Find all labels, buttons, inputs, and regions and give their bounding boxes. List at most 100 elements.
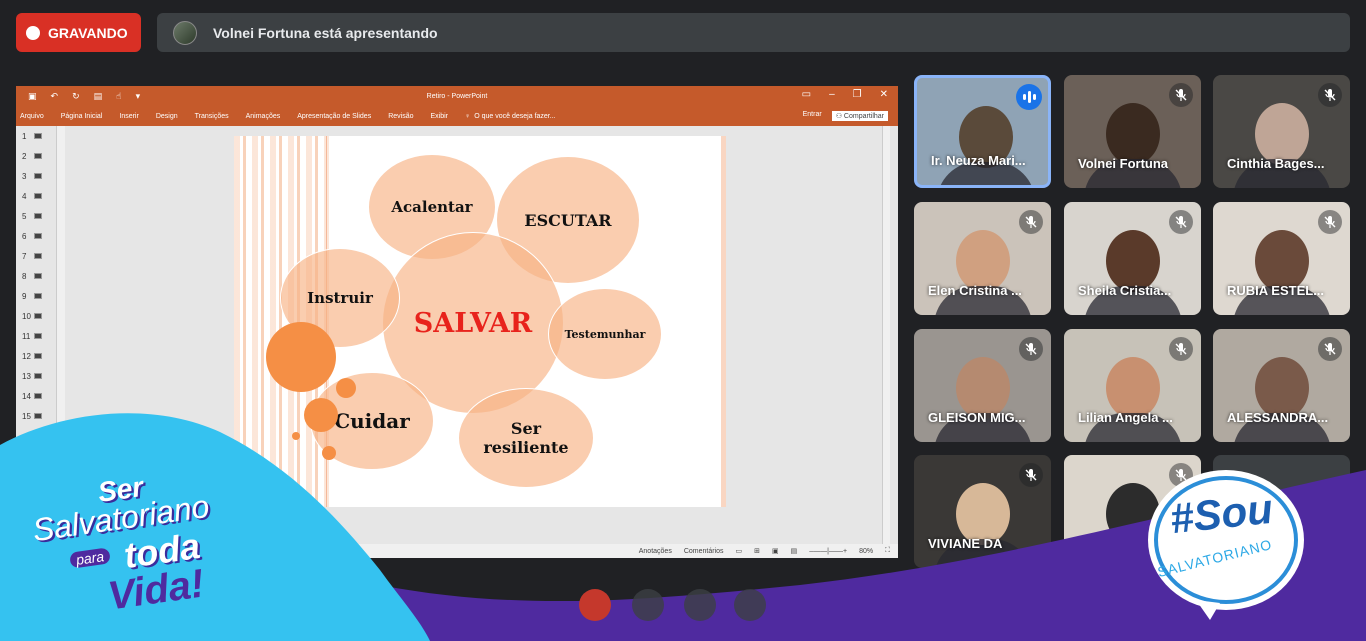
mic-off-icon xyxy=(1019,337,1043,361)
decor-dot-large xyxy=(266,322,336,392)
mic-off-icon xyxy=(1318,83,1342,107)
bubble-escutar-text: ESCUTAR xyxy=(524,210,612,230)
ppt-title-bar: ▣ ↶ ↻ ▤ ☝ ▾ Retiro - PowerPoint ▭ – ❐ ✕ xyxy=(16,86,898,106)
participant-name: Ir. Neuza Mari... xyxy=(931,153,1026,168)
participant-name: Volnei Fortuna xyxy=(1078,156,1169,171)
thumbnail-preview xyxy=(34,293,42,299)
recording-button[interactable]: GRAVANDO xyxy=(16,13,141,52)
record-dot-icon xyxy=(26,25,40,40)
sorter-view-icon[interactable]: ⊞ xyxy=(754,547,760,555)
tab-apresentacao[interactable]: Apresentação de Slides xyxy=(297,113,371,120)
ribbon-display-icon[interactable]: ▭ xyxy=(802,89,811,100)
thumbnail-preview xyxy=(34,413,42,419)
slide-number: 5 xyxy=(22,211,27,221)
bubble-instruir-text: Instruir xyxy=(307,289,373,307)
lightbulb-icon: ♀ xyxy=(465,112,471,120)
ppt-ribbon-tabs: Arquivo Página Inicial Inserir Design Tr… xyxy=(16,106,898,126)
end-call-button[interactable] xyxy=(579,589,611,621)
participant-tile[interactable]: Ir. Neuza Mari... xyxy=(914,75,1051,188)
tab-animacoes[interactable]: Animações xyxy=(246,113,281,120)
thumbnail-preview xyxy=(34,253,42,259)
speaking-indicator-icon xyxy=(1016,84,1042,110)
tab-design[interactable]: Design xyxy=(156,113,178,120)
tab-exibir[interactable]: Exibir xyxy=(430,113,448,120)
minimize-icon[interactable]: – xyxy=(829,89,835,100)
ppt-status-bar: Anotações Comentários ▭ ⊞ ▣ ▤ –——|——+ 80… xyxy=(16,544,898,558)
meeting-control-button-3[interactable] xyxy=(734,589,766,621)
sign-in-link[interactable]: Entrar xyxy=(803,111,822,121)
recording-label: GRAVANDO xyxy=(48,24,128,41)
decor-dot-small xyxy=(336,378,356,398)
shared-screen-powerpoint[interactable]: ▣ ↶ ↻ ▤ ☝ ▾ Retiro - PowerPoint ▭ – ❐ ✕ … xyxy=(16,86,898,558)
tab-transicoes[interactable]: Transições xyxy=(195,113,229,120)
thumbnail-preview xyxy=(34,233,42,239)
participant-tile[interactable]: VIVIANE DA xyxy=(914,455,1051,568)
bubble-resiliente-text: resiliente xyxy=(483,438,569,457)
participant-body xyxy=(1084,539,1182,568)
mic-off-icon xyxy=(1019,463,1043,487)
participant-tile[interactable]: Sheila Cristia... xyxy=(1064,202,1201,315)
mic-off-icon xyxy=(1169,337,1193,361)
notes-button[interactable]: Anotações xyxy=(639,548,672,555)
participant-tile[interactable]: GLEISON MIG... xyxy=(914,329,1051,442)
comments-button[interactable]: Comentários xyxy=(684,548,724,555)
participant-name: RUBIA ESTEL... xyxy=(1227,283,1325,298)
restore-icon[interactable]: ❐ xyxy=(853,89,862,100)
decorative-stripe-right xyxy=(721,136,726,507)
presenting-banner: Volnei Fortuna está apresentando xyxy=(157,13,1350,52)
mic-off-icon xyxy=(1019,210,1043,234)
participant-tile[interactable]: Volnei Fortuna xyxy=(1064,75,1201,188)
thumbnail-preview xyxy=(34,213,42,219)
slide-number: 6 xyxy=(22,231,27,241)
participant-tile[interactable]: Cinthia Bages... xyxy=(1213,75,1350,188)
participant-name: GLEISON MIG... xyxy=(928,410,1026,425)
slide-number: 13 xyxy=(22,371,31,381)
thumbnail-preview xyxy=(34,133,42,139)
ppt-window-title: Retiro - PowerPoint xyxy=(426,92,488,100)
thumbnail-preview xyxy=(34,173,42,179)
fit-slide-icon[interactable]: ⛶ xyxy=(885,547,890,555)
participant-tile[interactable] xyxy=(1064,455,1201,568)
decor-dot-mini xyxy=(292,432,300,440)
slide-scrollbar[interactable] xyxy=(882,126,890,544)
tell-me-search[interactable]: O que você deseja fazer... xyxy=(474,113,555,120)
zoom-level: 80% xyxy=(859,547,874,555)
tab-inserir[interactable]: Inserir xyxy=(119,113,138,120)
slide-canvas: Acalentar ESCUTAR SALVAR Instruir Testem… xyxy=(68,126,890,544)
participant-tile[interactable]: RUBIA ESTEL... xyxy=(1213,202,1350,315)
thumbnail-preview xyxy=(34,273,42,279)
participant-tile[interactable]: ALESSANDRA... xyxy=(1213,329,1350,442)
participant-name: VIVIANE DA xyxy=(928,536,1003,551)
current-slide[interactable]: Acalentar ESCUTAR SALVAR Instruir Testem… xyxy=(234,136,726,507)
slide-number: 12 xyxy=(22,351,31,361)
bubble-salvar-text: SALVAR xyxy=(413,307,533,339)
slideshow-view-icon[interactable]: ▤ xyxy=(791,547,798,555)
slide-number: 7 xyxy=(22,251,27,261)
participant-tile[interactable]: Elen Cristina ... xyxy=(914,202,1051,315)
tab-arquivo[interactable]: Arquivo xyxy=(20,113,44,120)
zoom-slider[interactable]: –——|——+ xyxy=(809,548,847,555)
meeting-control-button-2[interactable] xyxy=(684,589,716,621)
participant-video xyxy=(1106,483,1160,545)
reading-view-icon[interactable]: ▣ xyxy=(772,547,779,555)
meeting-control-button-1[interactable] xyxy=(632,589,664,621)
tab-revisao[interactable]: Revisão xyxy=(388,113,413,120)
participant-name: Sheila Cristia... xyxy=(1078,283,1172,298)
mic-off-icon xyxy=(1169,83,1193,107)
participant-tile[interactable]: Lilian Angela ... xyxy=(1064,329,1201,442)
thumbnails-scrollbar[interactable] xyxy=(56,126,65,544)
slide-number: 8 xyxy=(22,271,27,281)
normal-view-icon[interactable]: ▭ xyxy=(736,547,743,555)
close-icon[interactable]: ✕ xyxy=(880,89,888,100)
slide-number: 9 xyxy=(22,291,27,301)
share-button[interactable]: ⚇ Compartilhar xyxy=(831,111,888,121)
decor-dot-medium xyxy=(304,398,338,432)
decor-dot-tiny xyxy=(322,446,336,460)
tab-pagina-inicial[interactable]: Página Inicial xyxy=(61,113,103,120)
presenter-avatar xyxy=(173,20,197,45)
participant-tile[interactable] xyxy=(1213,455,1350,568)
person-icon: ⚇ xyxy=(835,113,842,120)
thumbnail-preview xyxy=(34,373,42,379)
slide-number: 2 xyxy=(22,151,27,161)
thumbnail-preview xyxy=(34,393,42,399)
